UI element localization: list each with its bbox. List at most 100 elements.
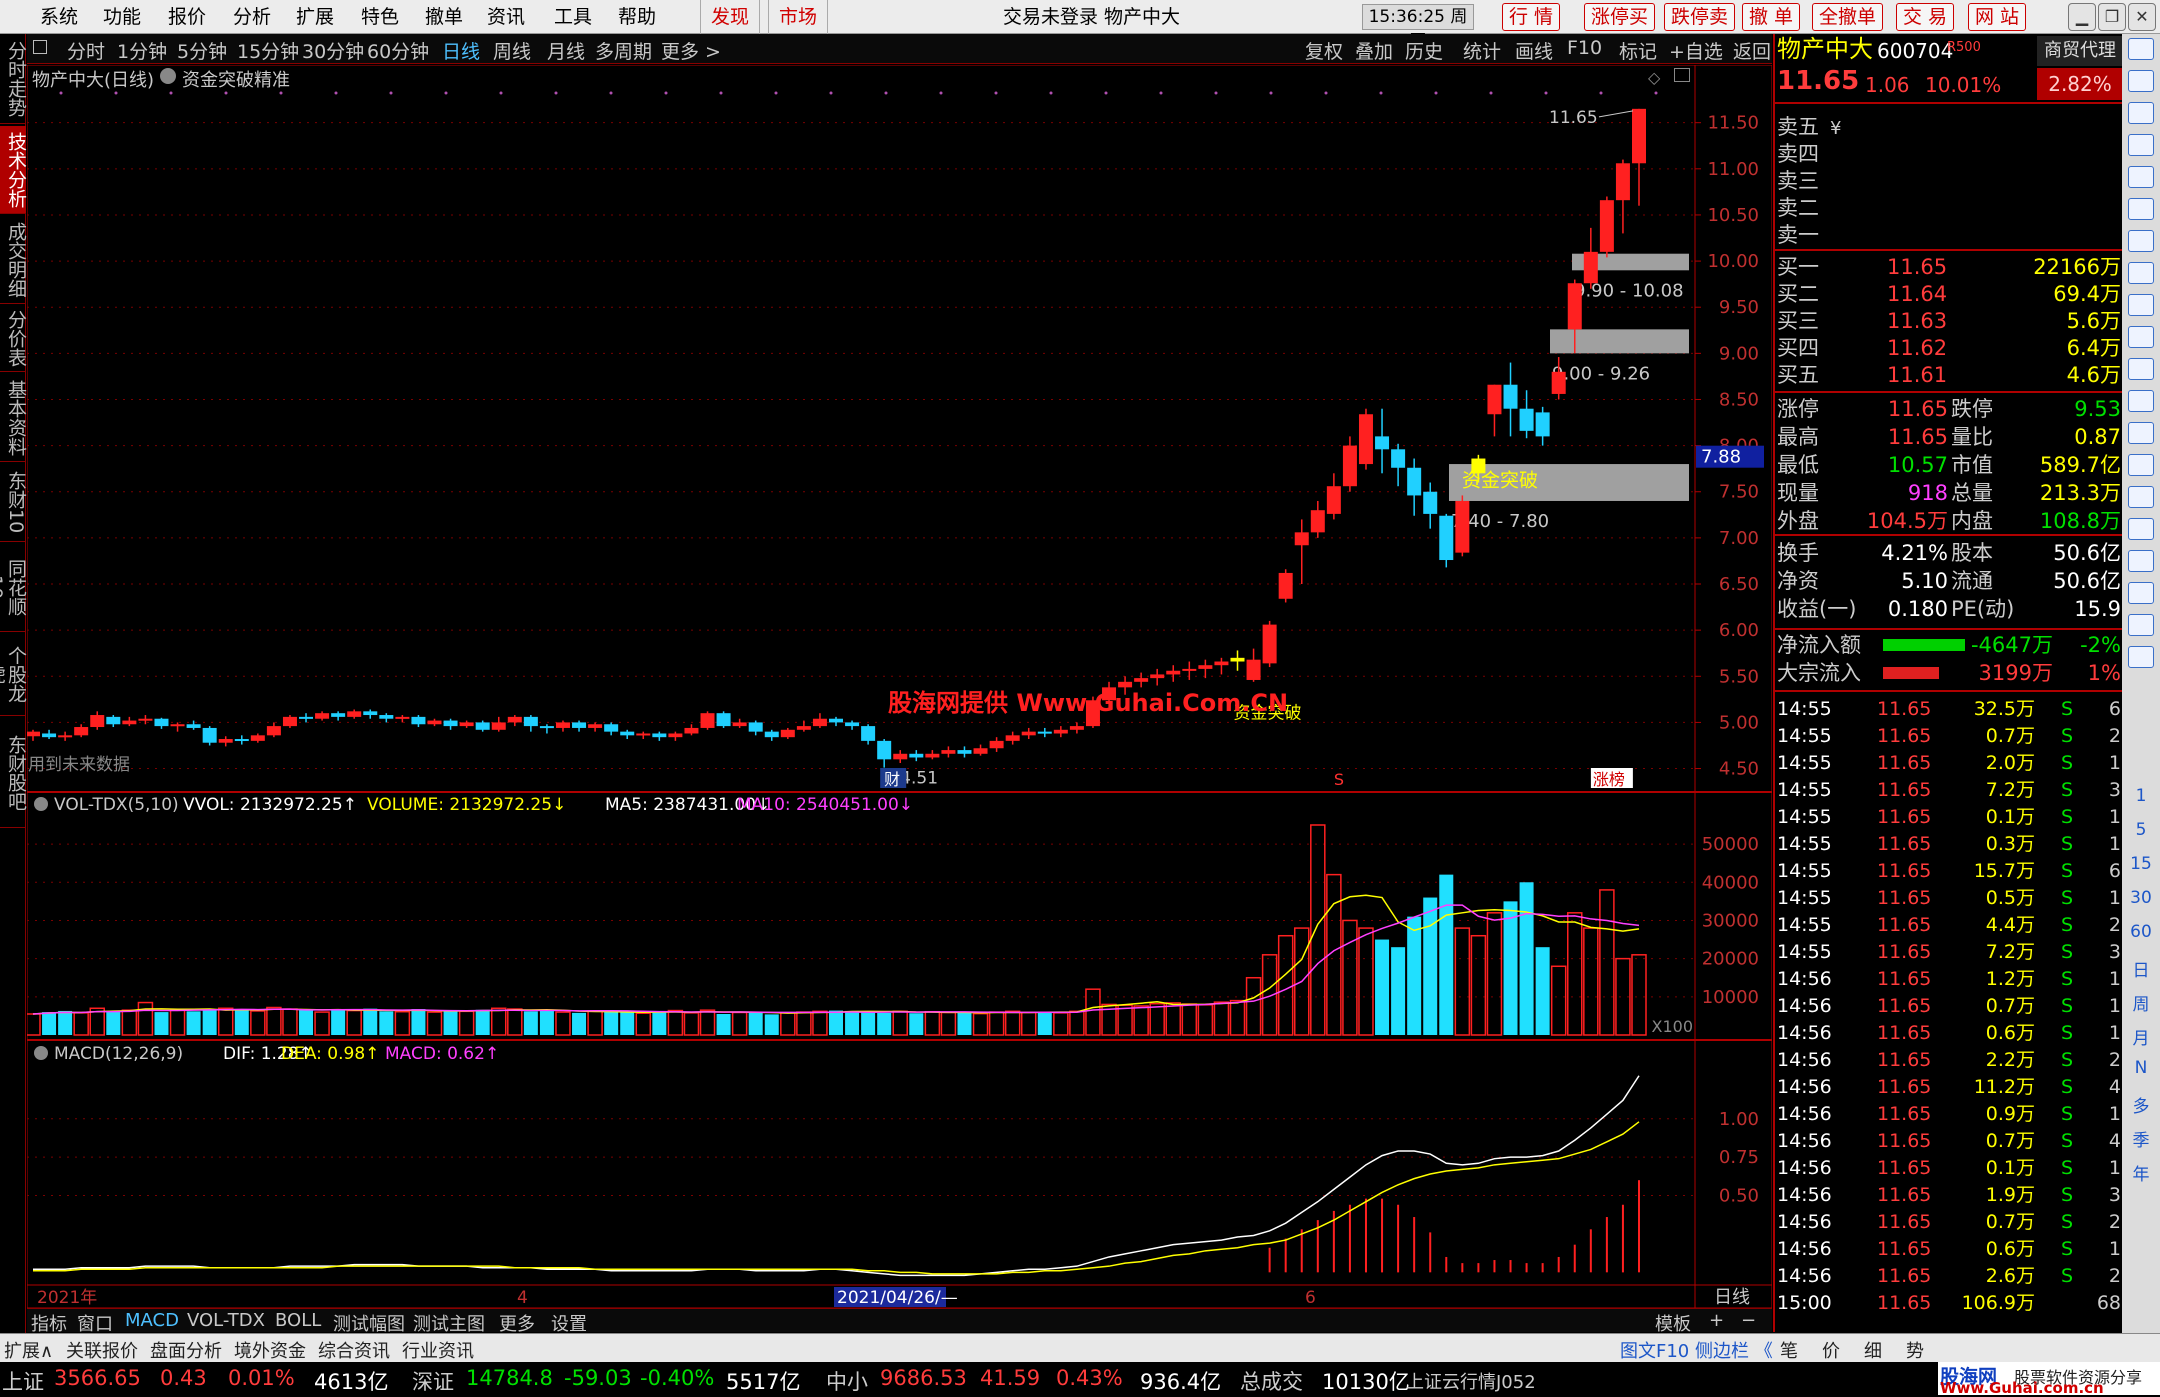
diamond-icon[interactable]: ◇: [1648, 68, 1660, 87]
period-shortcut-8[interactable]: N: [2122, 1058, 2160, 1078]
toolbar-right-1[interactable]: 叠加: [1355, 37, 1393, 64]
tick-view-tab-1[interactable]: 价: [1822, 1337, 1840, 1363]
menu-3[interactable]: 分析: [233, 0, 271, 34]
feature-0[interactable]: 扩展∧: [4, 1337, 53, 1363]
menu-6[interactable]: 撤单: [425, 0, 463, 34]
toolbar-right-3[interactable]: 统计: [1463, 37, 1501, 64]
toolbar-right-5[interactable]: F10: [1567, 37, 1602, 59]
side-tool-icon[interactable]: [2128, 646, 2154, 668]
menu-market[interactable]: 市场: [768, 0, 829, 34]
bottom-right-1[interactable]: +: [1709, 1310, 1724, 1331]
menu-2[interactable]: 报价: [168, 0, 206, 34]
period-1[interactable]: 1分钟: [117, 37, 167, 64]
minimize-icon[interactable]: ▁: [2068, 3, 2096, 31]
side-tool-icon[interactable]: [2128, 70, 2154, 92]
menu-7[interactable]: 资讯: [487, 0, 525, 34]
period-3[interactable]: 15分钟: [237, 37, 299, 64]
indicator-name[interactable]: 资金突破精准: [182, 66, 290, 92]
period-9[interactable]: 多周期: [595, 37, 652, 64]
period-8[interactable]: 月线: [547, 37, 585, 64]
red-button-0[interactable]: 行 情: [1502, 3, 1561, 31]
period-4[interactable]: 30分钟: [302, 37, 364, 64]
side-tool-icon[interactable]: [2128, 614, 2154, 636]
left-tab-0[interactable]: 分时走势: [0, 34, 27, 124]
menu-discover[interactable]: 发现: [700, 0, 761, 34]
left-tab-7[interactable]: 个股龙虎: [0, 634, 27, 716]
red-button-3[interactable]: 撤 单: [1742, 3, 1801, 31]
period-shortcut-0[interactable]: 1: [2122, 786, 2160, 806]
left-tab-2[interactable]: 成交明细: [0, 216, 27, 304]
side-tool-icon[interactable]: [2128, 326, 2154, 348]
period-shortcut-6[interactable]: 周: [2122, 990, 2160, 1015]
panel-layout-icon[interactable]: [1674, 68, 1690, 82]
feature-5[interactable]: 行业资讯: [402, 1337, 474, 1363]
red-button-1[interactable]: 涨停买: [1584, 3, 1656, 31]
close-icon[interactable]: ✕: [2128, 3, 2156, 31]
bottom-tab-4[interactable]: BOLL: [275, 1310, 321, 1331]
side-tool-icon[interactable]: [2128, 166, 2154, 188]
left-tab-6[interactable]: 同花顺10: [0, 544, 27, 632]
period-shortcut-5[interactable]: 日: [2122, 956, 2160, 981]
period-shortcut-1[interactable]: 5: [2122, 820, 2160, 840]
left-tab-1[interactable]: 技术分析: [0, 126, 27, 214]
f10-sidebar-link[interactable]: 图文F10 侧边栏 《: [1620, 1337, 1773, 1363]
red-button-2[interactable]: 跌停卖: [1664, 3, 1736, 31]
side-tool-icon[interactable]: [2128, 486, 2154, 508]
indicator-toggle-icon[interactable]: [160, 68, 176, 84]
menu-8[interactable]: 工具: [554, 0, 592, 34]
menu-1[interactable]: 功能: [103, 0, 141, 34]
tick-view-tab-2[interactable]: 细: [1864, 1337, 1882, 1363]
feature-3[interactable]: 境外资金: [234, 1337, 306, 1363]
feature-4[interactable]: 综合资讯: [318, 1337, 390, 1363]
toolbar-right-4[interactable]: 画线: [1515, 37, 1553, 64]
side-tool-icon[interactable]: [2128, 134, 2154, 156]
left-tab-5[interactable]: 东财10: [0, 464, 27, 542]
period-6[interactable]: 日线: [442, 37, 480, 64]
side-tool-icon[interactable]: [2128, 230, 2154, 252]
period-shortcut-11[interactable]: 年: [2122, 1160, 2160, 1185]
period-shortcut-3[interactable]: 30: [2122, 888, 2160, 908]
sector-tag[interactable]: 商贸代理: [2037, 36, 2123, 66]
side-tool-icon[interactable]: [2128, 422, 2154, 444]
bottom-tab-3[interactable]: VOL-TDX: [187, 1310, 265, 1331]
side-tool-icon[interactable]: [2128, 38, 2154, 60]
tick-view-tab-0[interactable]: 笔: [1780, 1337, 1798, 1363]
side-tool-icon[interactable]: [2128, 358, 2154, 380]
period-2[interactable]: 5分钟: [177, 37, 227, 64]
period-shortcut-4[interactable]: 60: [2122, 922, 2160, 942]
toolbar-right-0[interactable]: 复权: [1305, 37, 1343, 64]
period-0[interactable]: 分时: [67, 37, 105, 64]
left-tab-3[interactable]: 分价表: [0, 306, 27, 372]
side-tool-icon[interactable]: [2128, 198, 2154, 220]
side-tool-icon[interactable]: [2128, 582, 2154, 604]
period-shortcut-9[interactable]: 多: [2122, 1092, 2160, 1117]
cloud-quote[interactable]: 上证云行情J052: [1406, 1368, 1536, 1394]
red-button-5[interactable]: 交 易: [1896, 3, 1955, 31]
menu-0[interactable]: 系统: [40, 0, 78, 34]
side-tool-icon[interactable]: [2128, 390, 2154, 412]
red-button-4[interactable]: 全撤单: [1812, 3, 1884, 31]
bottom-right-2[interactable]: −: [1741, 1310, 1756, 1331]
toolbar-right-8[interactable]: 返回: [1733, 37, 1771, 64]
restore-icon[interactable]: ❐: [2098, 3, 2126, 31]
period-shortcut-10[interactable]: 季: [2122, 1126, 2160, 1151]
menu-9[interactable]: 帮助: [618, 0, 656, 34]
window-icon[interactable]: [33, 40, 47, 54]
tick-view-tab-3[interactable]: 势: [1906, 1337, 1924, 1363]
left-tab-4[interactable]: 基本资料: [0, 374, 27, 462]
red-button-6[interactable]: 网 站: [1968, 3, 2027, 31]
left-tab-8[interactable]: 东财股吧: [0, 718, 27, 828]
menu-5[interactable]: 特色: [361, 0, 399, 34]
period-shortcut-2[interactable]: 15: [2122, 854, 2160, 874]
toolbar-right-7[interactable]: +自选: [1669, 37, 1723, 64]
side-tool-icon[interactable]: [2128, 454, 2154, 476]
period-10[interactable]: 更多 >: [661, 37, 721, 64]
toolbar-right-6[interactable]: 标记: [1619, 37, 1657, 64]
menu-4[interactable]: 扩展: [296, 0, 334, 34]
side-tool-icon[interactable]: [2128, 294, 2154, 316]
period-7[interactable]: 周线: [493, 37, 531, 64]
period-shortcut-7[interactable]: 月: [2122, 1024, 2160, 1049]
period-5[interactable]: 60分钟: [367, 37, 429, 64]
side-tool-icon[interactable]: [2128, 102, 2154, 124]
feature-2[interactable]: 盘面分析: [150, 1337, 222, 1363]
